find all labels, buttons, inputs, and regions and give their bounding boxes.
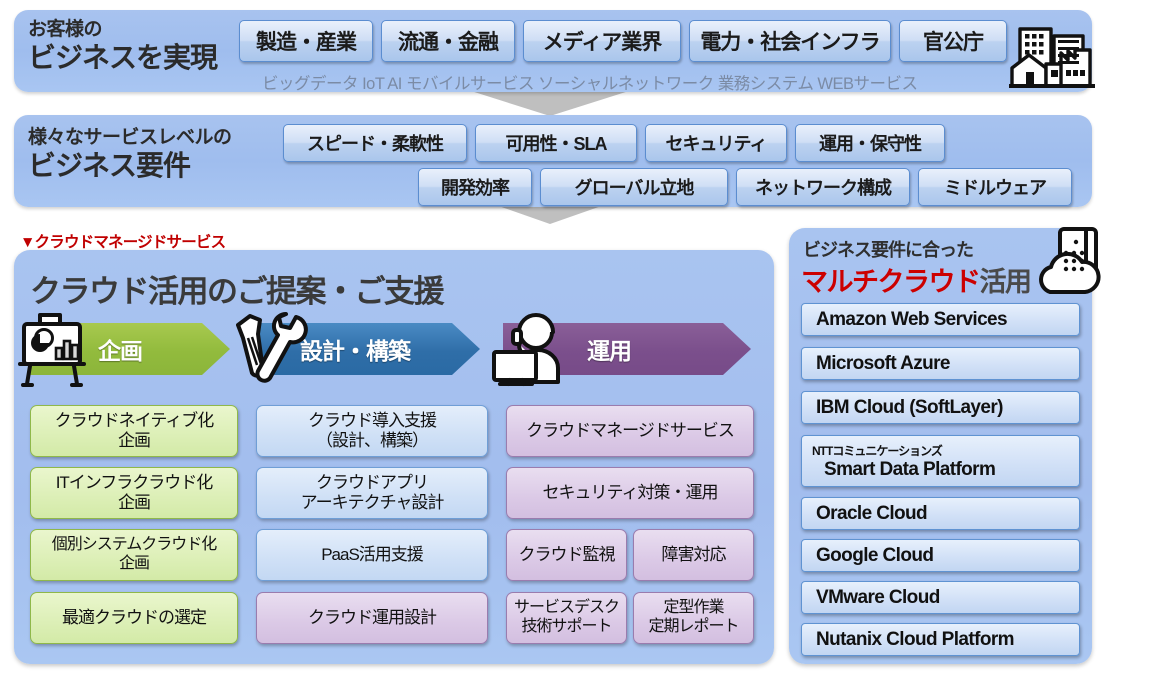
vendor-box-oracle-cloud[interactable]: Oracle Cloud [801,497,1080,530]
service-box-cloud-native-planning[interactable]: クラウドネイティブ化 企画 [30,405,238,457]
phase-label: 設計・構築 [300,338,410,364]
service-box-individual-system-cloud-planning[interactable]: 個別システムクラウド化 企画 [30,529,238,581]
band1-keywords: ビッグデータ IoT AI モバイルサービス ソーシャルネットワーク 業務システ… [262,75,918,93]
service-box-label: 最適クラウドの選定 [62,607,207,627]
requirement-chip-global-location[interactable]: グローバル立地 [540,168,728,206]
multicloud-title-red: マルチクラウド [801,267,981,297]
service-box-label: クラウド導入支援 （設計、構築） [308,410,437,450]
band1-title-big: ビジネスを実現 [28,41,218,73]
multicloud-subtitle: ビジネス要件に合った [803,240,974,260]
vendor-name: Google Cloud [816,544,934,566]
band2-title-small: 様々なサービスレベルの [28,127,232,148]
band2-title-big: ビジネス要件 [28,149,191,181]
requirement-chip-middleware[interactable]: ミドルウェア [918,168,1072,206]
industry-chip-media[interactable]: メディア業界 [523,20,681,62]
service-box-label: クラウド運用設計 [308,607,437,627]
service-box-routine-work-reports[interactable]: 定型作業 定期レポート [633,592,754,644]
vendor-name: Amazon Web Services [816,308,1008,330]
band1-title: お客様の ビジネスを実現 [28,19,238,74]
chip-label: 官公庁 [923,31,984,54]
service-box-label: PaaS活用支援 [321,544,424,564]
band1-title-small: お客様の [28,19,103,40]
requirement-chip-speed-flexibility[interactable]: スピード・柔軟性 [283,124,467,162]
presentation-board-icon [18,312,92,388]
chip-label: 電力・社会インフラ [700,31,880,54]
vendor-name: Nutanix Cloud Platform [816,628,1015,650]
cloud-server-icon [1036,226,1102,304]
service-box-paas-support[interactable]: PaaS活用支援 [256,529,488,581]
vendor-box-nutanix-cloud-platform[interactable]: Nutanix Cloud Platform [801,623,1080,656]
requirement-chip-operations-maintenance[interactable]: 運用・保守性 [795,124,945,162]
requirement-chip-dev-efficiency[interactable]: 開発効率 [418,168,532,206]
service-box-cloud-managed-service[interactable]: クラウドマネージドサービス [506,405,754,457]
vendor-box-aws[interactable]: Amazon Web Services [801,303,1080,336]
vendor-caption: NTTコミュニケーションズ [812,443,943,458]
diagram-canvas: お客様の ビジネスを実現 製造・産業 流通・金融 メディア業界 電力・社会インフ… [0,0,1149,674]
chip-label: スピード・柔軟性 [307,134,444,154]
service-box-cloud-monitoring[interactable]: クラウド監視 [506,529,627,581]
service-box-label: 個別システムクラウド化 企画 [51,536,218,572]
industry-chip-distribution-finance[interactable]: 流通・金融 [381,20,515,62]
chip-label: 流通・金融 [398,31,499,54]
chip-label: 開発効率 [441,178,510,198]
service-box-cloud-app-architecture[interactable]: クラウドアプリ アーキテクチャ設計 [256,467,488,519]
chip-label: セキュリティ [665,134,768,154]
service-box-label: クラウド監視 [518,544,616,564]
requirement-chip-network-config[interactable]: ネットワーク構成 [736,168,910,206]
service-box-label: 定型作業 定期レポート [648,599,739,635]
managed-service-heading: ▼クラウドマネージドサービス [20,234,226,251]
vendor-name: Oracle Cloud [816,502,928,524]
service-box-label: 障害対応 [661,544,727,564]
requirement-chip-availability-sla[interactable]: 可用性・SLA [475,124,637,162]
service-box-it-infra-cloud-planning[interactable]: ITインフラクラウド化 企画 [30,467,238,519]
tools-icon [236,310,308,392]
service-box-label: クラウドネイティブ化 企画 [54,410,215,450]
chip-label: メディア業界 [542,31,663,54]
industry-chip-government[interactable]: 官公庁 [899,20,1007,62]
service-box-incident-response[interactable]: 障害対応 [633,529,754,581]
service-box-label: クラウドアプリ アーキテクチャ設計 [300,472,445,512]
buildings-icon [1009,22,1095,92]
vendor-box-ibm-cloud[interactable]: IBM Cloud (SoftLayer) [801,391,1080,424]
service-box-optimal-cloud-selection[interactable]: 最適クラウドの選定 [30,592,238,644]
chip-label: ミドルウェア [944,178,1047,198]
phase-label: 運用 [587,338,631,364]
requirement-chip-security[interactable]: セキュリティ [645,124,787,162]
multicloud-title: マルチクラウド活用 [801,260,1033,299]
service-box-label: ITインフラクラウド化 企画 [55,472,214,512]
panel-heading: クラウド活用のご提案・ご支援 [30,274,445,309]
service-box-cloud-adoption-support[interactable]: クラウド導入支援 （設計、構築） [256,405,488,457]
vendor-box-ntt-smart-data-platform[interactable]: NTTコミュニケーションズ Smart Data Platform [801,435,1080,487]
service-box-security-operations[interactable]: セキュリティ対策・運用 [506,467,754,519]
vendor-box-google-cloud[interactable]: Google Cloud [801,539,1080,572]
vendor-name: Microsoft Azure [816,352,950,374]
vendor-name: VMware Cloud [816,586,940,608]
chip-label: ネットワーク構成 [755,178,892,198]
band2-title: 様々なサービスレベルの ビジネス要件 [28,127,278,182]
chip-label: 可用性・SLA [505,134,608,154]
vendor-name: Smart Data Platform [824,458,996,480]
vendor-name: IBM Cloud (SoftLayer) [816,396,1004,418]
service-box-label: セキュリティ対策・運用 [542,482,719,502]
service-box-cloud-operation-design[interactable]: クラウド運用設計 [256,592,488,644]
operator-headset-icon [488,310,568,392]
vendor-box-vmware-cloud[interactable]: VMware Cloud [801,581,1080,614]
service-box-label: サービスデスク 技術サポート [513,599,620,635]
phase-label: 企画 [98,338,142,364]
service-box-service-desk[interactable]: サービスデスク 技術サポート [506,592,627,644]
multicloud-title-gray: 活用 [979,267,1033,297]
chip-label: 運用・保守性 [819,134,922,154]
vendor-box-azure[interactable]: Microsoft Azure [801,347,1080,380]
industry-chip-manufacturing[interactable]: 製造・産業 [239,20,373,62]
industry-chip-power-infra[interactable]: 電力・社会インフラ [689,20,891,62]
service-box-label: クラウドマネージドサービス [526,420,735,440]
chip-label: グローバル立地 [574,178,695,198]
chip-label: 製造・産業 [256,31,357,54]
